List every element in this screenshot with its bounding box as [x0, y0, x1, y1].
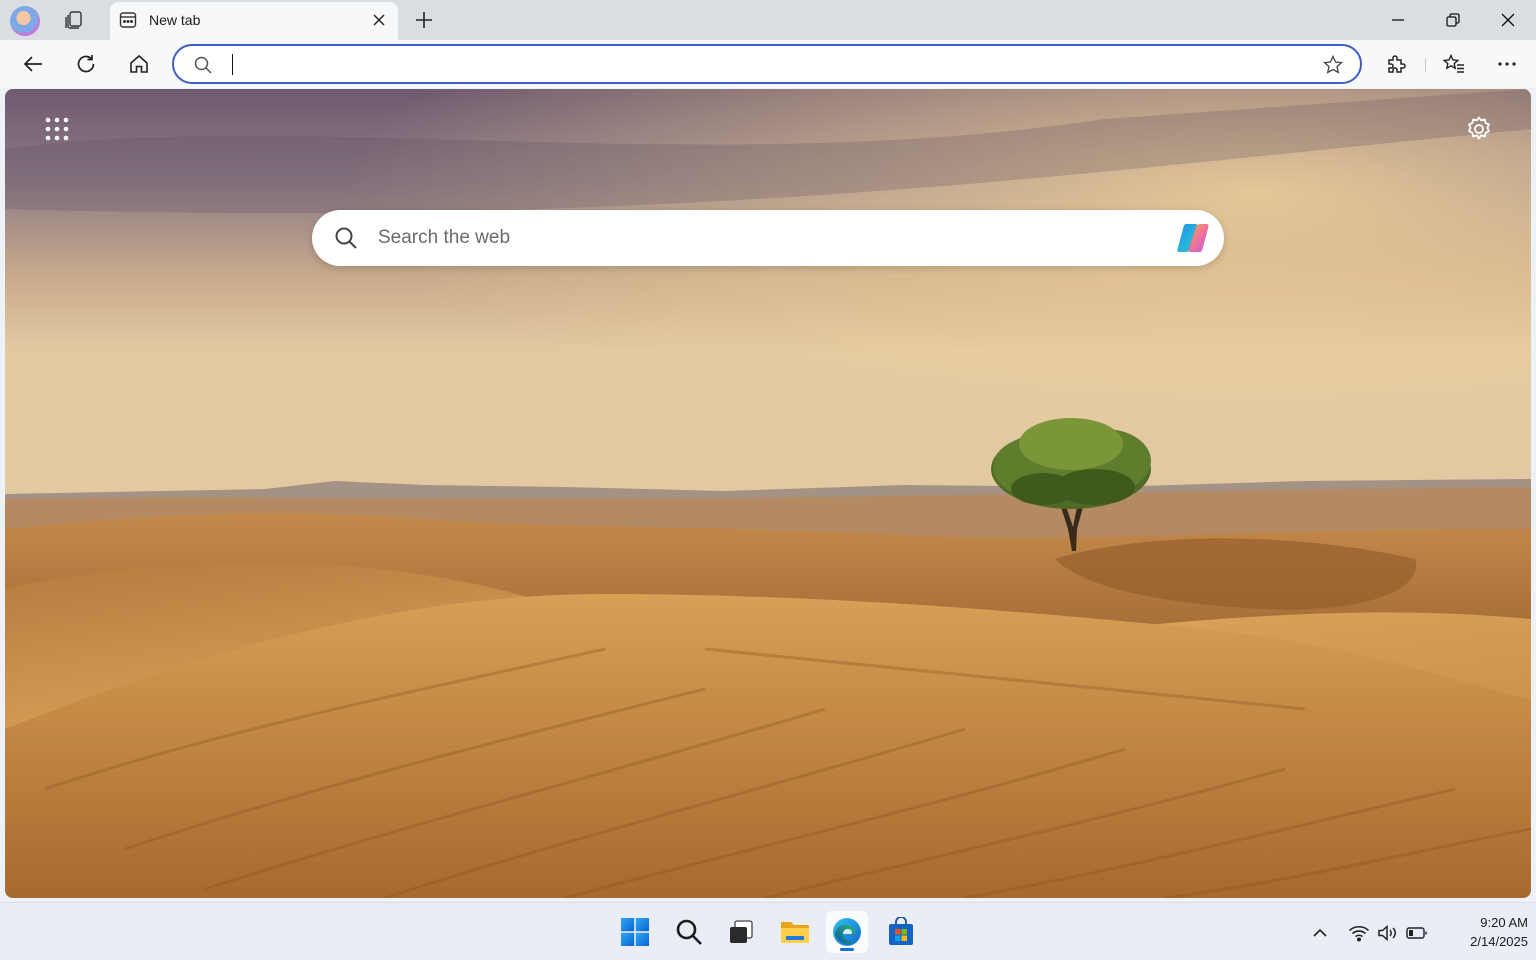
- new-tab-page-icon: [119, 11, 137, 29]
- volume-icon[interactable]: [1376, 921, 1400, 945]
- apps-grid-icon[interactable]: [43, 115, 71, 143]
- task-view-icon[interactable]: [720, 911, 762, 953]
- extensions-button[interactable]: [1380, 48, 1412, 80]
- minimize-button[interactable]: [1370, 0, 1426, 40]
- wifi-icon[interactable]: [1347, 921, 1371, 945]
- gear-icon[interactable]: [1465, 115, 1493, 143]
- search-icon: [334, 226, 358, 250]
- refresh-button[interactable]: [70, 48, 102, 80]
- copilot-icon[interactable]: [1174, 220, 1212, 256]
- home-button[interactable]: [123, 48, 155, 80]
- file-explorer-icon[interactable]: [774, 911, 816, 953]
- clock-date: 2/14/2025: [1470, 934, 1528, 949]
- system-clock[interactable]: 9:20 AM 2/14/2025: [1434, 913, 1528, 951]
- search-icon: [194, 56, 212, 74]
- chevron-up-icon[interactable]: [1308, 921, 1332, 945]
- clock-time: 9:20 AM: [1480, 915, 1528, 930]
- search-icon[interactable]: [668, 911, 710, 953]
- profile-avatar[interactable]: [10, 6, 40, 36]
- taskbar: 9:20 AM 2/14/2025: [0, 902, 1536, 960]
- active-app-indicator: [840, 948, 854, 951]
- web-search-input[interactable]: [378, 224, 1158, 252]
- battery-icon[interactable]: [1405, 921, 1429, 945]
- favorite-star-icon[interactable]: [1322, 54, 1344, 76]
- text-cursor: [232, 54, 233, 75]
- web-search-box[interactable]: [312, 210, 1224, 266]
- tab-new-tab[interactable]: New tab: [110, 2, 398, 40]
- address-bar[interactable]: [172, 44, 1362, 84]
- more-menu-icon[interactable]: [1491, 48, 1523, 80]
- store-icon[interactable]: [880, 911, 922, 953]
- workspaces-icon[interactable]: [60, 6, 88, 34]
- close-tab-icon[interactable]: [368, 9, 390, 31]
- start-icon[interactable]: [614, 911, 656, 953]
- address-input[interactable]: [236, 52, 1286, 78]
- new-tab-page: [5, 89, 1531, 898]
- new-tab-button[interactable]: [410, 6, 438, 34]
- tab-title: New tab: [149, 12, 201, 28]
- title-bar: New tab: [0, 0, 1536, 40]
- toolbar-divider: [1425, 58, 1426, 72]
- restore-button[interactable]: [1425, 0, 1481, 40]
- close-window-button[interactable]: [1480, 0, 1536, 40]
- browser-toolbar: [0, 40, 1536, 88]
- edge-icon[interactable]: [826, 911, 868, 953]
- favorites-button[interactable]: [1438, 48, 1470, 80]
- back-button[interactable]: [17, 48, 49, 80]
